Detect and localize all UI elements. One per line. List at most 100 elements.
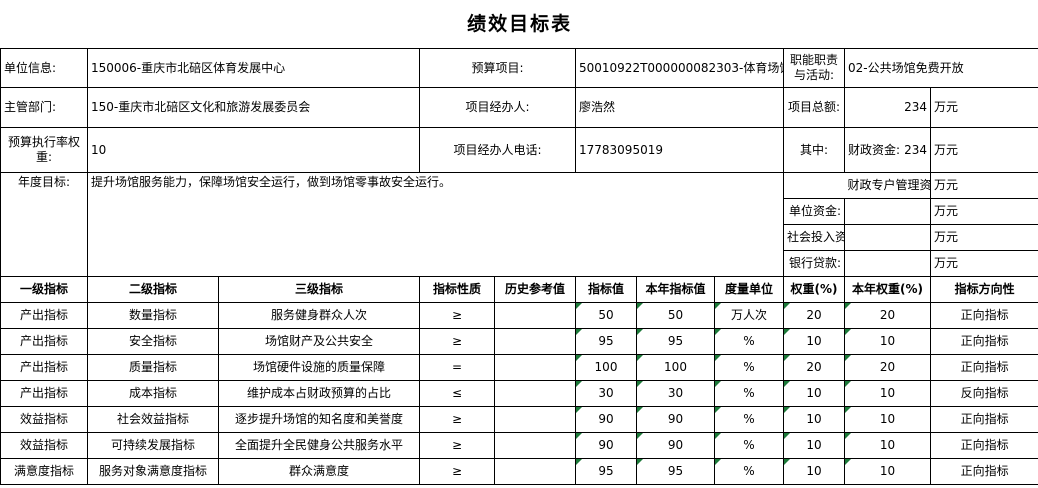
level1-cell: 产出指标 — [0, 380, 88, 407]
year-weight-cell[interactable]: 10 — [844, 432, 931, 459]
value-cell[interactable]: 95 — [575, 458, 637, 485]
unit-cell[interactable]: % — [714, 432, 784, 459]
year-value-cell[interactable]: 90 — [636, 432, 715, 459]
budget-item-value[interactable]: 50010922T000000082303-体育场馆维护维修经费 — [575, 48, 784, 88]
nature-cell[interactable]: = — [419, 354, 495, 381]
direction-cell: 正向指标 — [929, 458, 1038, 485]
header-direction: 指标方向性 — [929, 276, 1038, 303]
value-cell[interactable]: 30 — [575, 380, 637, 407]
unit-cell[interactable]: % — [714, 458, 784, 485]
history-cell[interactable] — [494, 354, 576, 381]
indicator-body: 产出指标 数量指标 服务健身群众人次 ≥50 50 万人次 20 20 正向指标 产出指标 安全指标… — [0, 302, 1038, 485]
special-label: 财政专户管理资金: — [844, 172, 931, 199]
level1-cell: 产出指标 — [0, 328, 88, 355]
unit-cell[interactable]: % — [714, 354, 784, 381]
nature-cell[interactable]: ≥ — [419, 458, 495, 485]
table-row: 产出指标 成本指标 维护成本占财政预算的占比 ≤30 30% 10 10 反向指标 — [0, 380, 1038, 407]
weight-cell[interactable]: 10 — [783, 406, 845, 433]
phone-label: 项目经办人电话: — [419, 127, 576, 173]
year-weight-cell[interactable]: 20 — [844, 354, 931, 381]
weight-cell[interactable]: 10 — [783, 380, 845, 407]
table-row: 效益指标 社会效益指标 逐步提升场馆的知名度和美誉度 ≥90 90% 10 10 正向指标 — [0, 406, 1038, 433]
year-value-cell[interactable]: 100 — [636, 354, 715, 381]
header-year-weight: 本年权重(%) — [844, 276, 931, 303]
bank-value[interactable] — [844, 250, 931, 277]
history-cell[interactable] — [494, 328, 576, 355]
nature-cell[interactable]: ≥ — [419, 302, 495, 329]
year-weight-cell[interactable]: 10 — [844, 406, 931, 433]
value-cell[interactable]: 50 — [575, 302, 637, 329]
level2-cell: 成本指标 — [87, 380, 219, 407]
table-row: 产出指标 质量指标 场馆硬件设施的质量保障 = 100 100% 20 20 正向指标 — [0, 354, 1038, 381]
history-cell[interactable] — [494, 406, 576, 433]
level1-cell: 产出指标 — [0, 354, 88, 381]
weight-cell[interactable]: 20 — [783, 302, 845, 329]
year-weight-cell[interactable]: 10 — [844, 380, 931, 407]
fiscal-value: 234 — [904, 142, 927, 157]
year-weight-cell[interactable]: 20 — [844, 302, 931, 329]
header-year-value: 本年指标值 — [636, 276, 715, 303]
value-cell[interactable]: 90 — [575, 432, 637, 459]
value-cell[interactable]: 100 — [575, 354, 637, 381]
budget-item-label: 预算项目: — [419, 48, 576, 88]
history-cell[interactable] — [494, 458, 576, 485]
total-unit: 万元 — [929, 87, 1038, 128]
nature-cell[interactable]: ≤ — [419, 380, 495, 407]
nature-cell[interactable]: ≥ — [419, 406, 495, 433]
value-cell[interactable]: 95 — [575, 328, 637, 355]
special-unit: 万元 — [929, 172, 1038, 199]
unit-cell[interactable]: % — [714, 406, 784, 433]
social-label: 社会投入资金: — [783, 224, 845, 251]
table-row: 产出指标 安全指标 场馆财产及公共安全 ≥95 95% 10 10 正向指标 — [0, 328, 1038, 355]
unit-fund-label: 单位资金: — [783, 198, 845, 225]
total-label: 项目总额: — [783, 87, 845, 128]
unit-cell[interactable]: 万人次 — [714, 302, 784, 329]
history-cell[interactable] — [494, 380, 576, 407]
weight-cell[interactable]: 10 — [783, 432, 845, 459]
level1-cell: 产出指标 — [0, 302, 88, 329]
exec-rate-value[interactable]: 10 — [87, 127, 420, 173]
direction-cell: 正向指标 — [929, 354, 1038, 381]
year-value-cell[interactable]: 30 — [636, 380, 715, 407]
year-value-cell[interactable]: 95 — [636, 328, 715, 355]
fiscal-cell[interactable]: 财政资金: 234 — [844, 127, 931, 173]
phone-value[interactable]: 17783095019 — [575, 127, 784, 173]
social-value[interactable] — [844, 224, 931, 251]
header-l3: 三级指标 — [218, 276, 420, 303]
year-value-cell[interactable]: 95 — [636, 458, 715, 485]
year-value-cell[interactable]: 50 — [636, 302, 715, 329]
unit-fund-value[interactable] — [844, 198, 931, 225]
weight-cell[interactable]: 10 — [783, 328, 845, 355]
direction-cell: 正向指标 — [929, 406, 1038, 433]
unit-label: 单位信息: — [0, 48, 88, 88]
performance-target-table: 绩效目标表 单位信息: 150006-重庆市北碚区体育发展中心 预算项目: 50… — [0, 0, 1038, 485]
nature-cell[interactable]: ≥ — [419, 328, 495, 355]
weight-cell[interactable]: 10 — [783, 458, 845, 485]
unit-value[interactable]: 150006-重庆市北碚区体育发展中心 — [87, 48, 420, 88]
dept-value[interactable]: 150-重庆市北碚区文化和旅游发展委员会 — [87, 87, 420, 128]
weight-cell[interactable]: 20 — [783, 354, 845, 381]
bank-label: 银行贷款: — [783, 250, 845, 277]
value-cell[interactable]: 90 — [575, 406, 637, 433]
unit-cell[interactable]: % — [714, 380, 784, 407]
year-weight-cell[interactable]: 10 — [844, 328, 931, 355]
goal-value[interactable]: 提升场馆服务能力，保障场馆安全运行，做到场馆零事故安全运行。 — [87, 172, 784, 277]
total-value[interactable]: 234 — [844, 87, 931, 128]
unit-fund-unit: 万元 — [929, 198, 1038, 225]
history-cell[interactable] — [494, 432, 576, 459]
year-value-cell[interactable]: 90 — [636, 406, 715, 433]
manager-value[interactable]: 廖浩然 — [575, 87, 784, 128]
header-history: 历史参考值 — [494, 276, 576, 303]
goal-label: 年度目标: — [0, 172, 88, 277]
year-weight-cell[interactable]: 10 — [844, 458, 931, 485]
level3-cell: 服务健身群众人次 — [218, 302, 420, 329]
table-row: 效益指标 可持续发展指标 全面提升全民健身公共服务水平 ≥90 90% 10 10 正向指标 — [0, 432, 1038, 459]
level1-cell: 效益指标 — [0, 406, 88, 433]
level2-cell: 可持续发展指标 — [87, 432, 219, 459]
header-l1: 一级指标 — [0, 276, 88, 303]
function-value[interactable]: 02-公共场馆免费开放 — [843, 48, 1038, 88]
direction-cell: 反向指标 — [929, 380, 1038, 407]
nature-cell[interactable]: ≥ — [419, 432, 495, 459]
unit-cell[interactable]: % — [714, 328, 784, 355]
history-cell[interactable] — [494, 302, 576, 329]
